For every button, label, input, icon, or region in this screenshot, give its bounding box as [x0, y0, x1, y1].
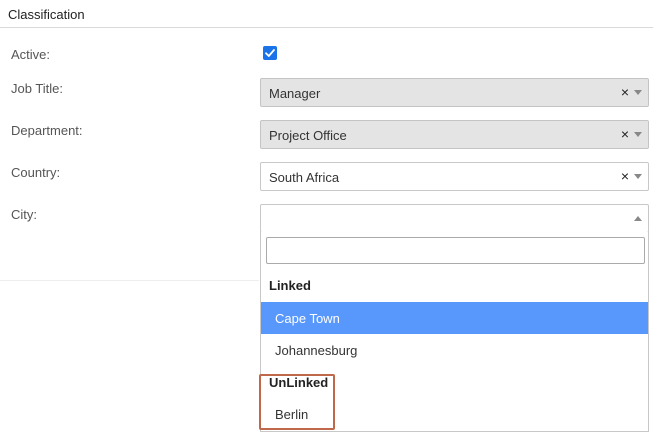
- country-select[interactable]: South Africa ×: [260, 162, 649, 191]
- country-label: Country:: [11, 165, 61, 180]
- group-label-linked: Linked: [269, 278, 311, 293]
- option-johannesburg[interactable]: Johannesburg: [261, 334, 648, 366]
- section-title: Classification: [8, 7, 85, 22]
- department-label: Department:: [11, 123, 83, 138]
- close-icon[interactable]: ×: [621, 85, 629, 99]
- chevron-up-icon[interactable]: [634, 216, 642, 221]
- close-icon[interactable]: ×: [621, 169, 629, 183]
- city-select[interactable]: [260, 204, 649, 233]
- group-label-unlinked: UnLinked: [269, 375, 329, 390]
- job-title-select[interactable]: Manager ×: [260, 78, 649, 107]
- city-label: City:: [11, 207, 37, 222]
- chevron-down-icon[interactable]: [634, 174, 642, 179]
- checkmark-icon: [265, 49, 275, 57]
- department-value: Project Office: [269, 128, 347, 143]
- chevron-down-icon[interactable]: [634, 90, 642, 95]
- job-title-label: Job Title:: [11, 81, 64, 96]
- option-label: Berlin: [275, 407, 309, 422]
- department-select[interactable]: Project Office ×: [260, 120, 649, 149]
- close-icon[interactable]: ×: [621, 127, 629, 141]
- divider: [0, 280, 259, 281]
- active-label: Active:: [11, 47, 51, 62]
- chevron-down-icon[interactable]: [634, 132, 642, 137]
- option-label: Cape Town: [275, 311, 340, 326]
- active-checkbox[interactable]: [263, 46, 277, 60]
- city-search-input[interactable]: [266, 237, 645, 264]
- option-berlin[interactable]: Berlin: [261, 398, 648, 430]
- option-label: Johannesburg: [275, 343, 358, 358]
- city-dropdown: Linked Cape Town Johannesburg UnLinked B…: [260, 232, 649, 432]
- country-value: South Africa: [269, 170, 340, 185]
- section-header: Classification: [0, 0, 653, 28]
- option-cape-town[interactable]: Cape Town: [261, 302, 648, 334]
- job-title-value: Manager: [269, 86, 321, 101]
